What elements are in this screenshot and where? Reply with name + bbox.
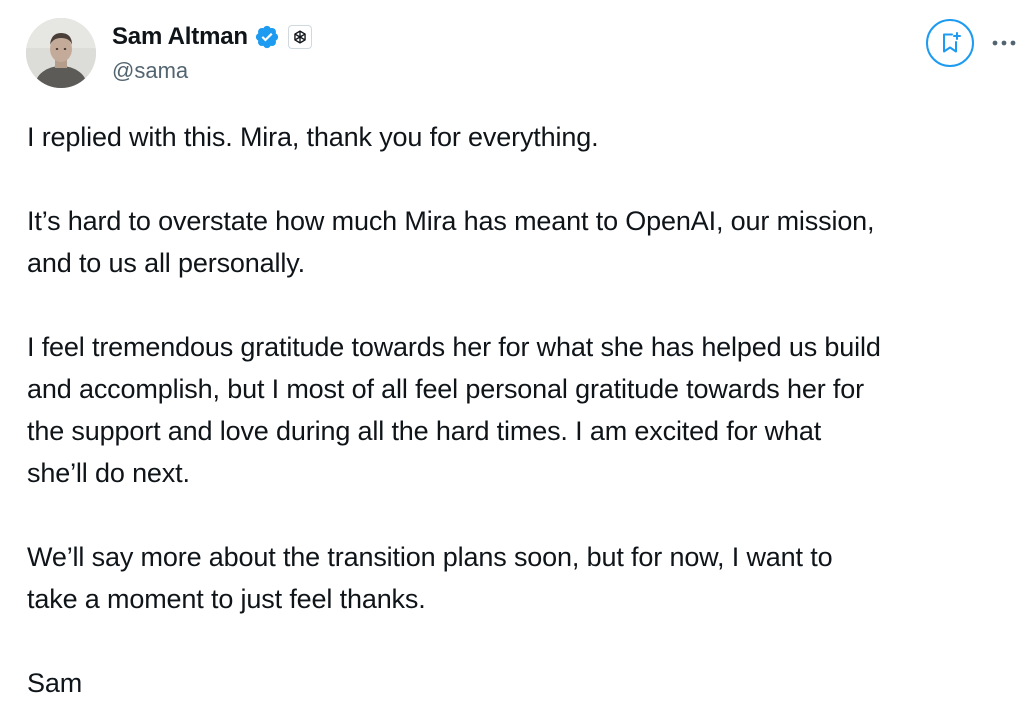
avatar[interactable] <box>26 18 96 88</box>
more-options-icon <box>992 40 1016 46</box>
tweet-paragraph: I replied with this. Mira, thank you for… <box>27 122 599 152</box>
openai-logo-icon[interactable] <box>287 25 312 49</box>
tweet-paragraph: It’s hard to overstate how much Mira has… <box>27 206 875 278</box>
grok-bookmark-icon <box>943 32 961 53</box>
name-row: Sam Altman <box>112 20 312 54</box>
tweet-paragraph: We’ll say more about the transition plan… <box>27 542 833 614</box>
tweet-paragraph: I feel tremendous gratitude towards her … <box>27 332 881 488</box>
profile-photo-icon <box>26 18 96 88</box>
tweet-signature: Sam <box>27 668 83 698</box>
user-handle[interactable]: @sama <box>112 56 312 86</box>
verified-badge-icon[interactable] <box>254 24 280 50</box>
tweet-header: Sam Altman @sama <box>26 18 1033 90</box>
tweet-text: I replied with this. Mira, thank you for… <box>27 116 1027 704</box>
display-name[interactable]: Sam Altman <box>112 20 248 54</box>
author-identity: Sam Altman @sama <box>112 20 312 86</box>
more-options-button[interactable] <box>986 26 1022 60</box>
grok-bookmark-button[interactable] <box>926 19 974 67</box>
tweet-card: Sam Altman @sama I replied with this. Mi… <box>0 0 1033 706</box>
